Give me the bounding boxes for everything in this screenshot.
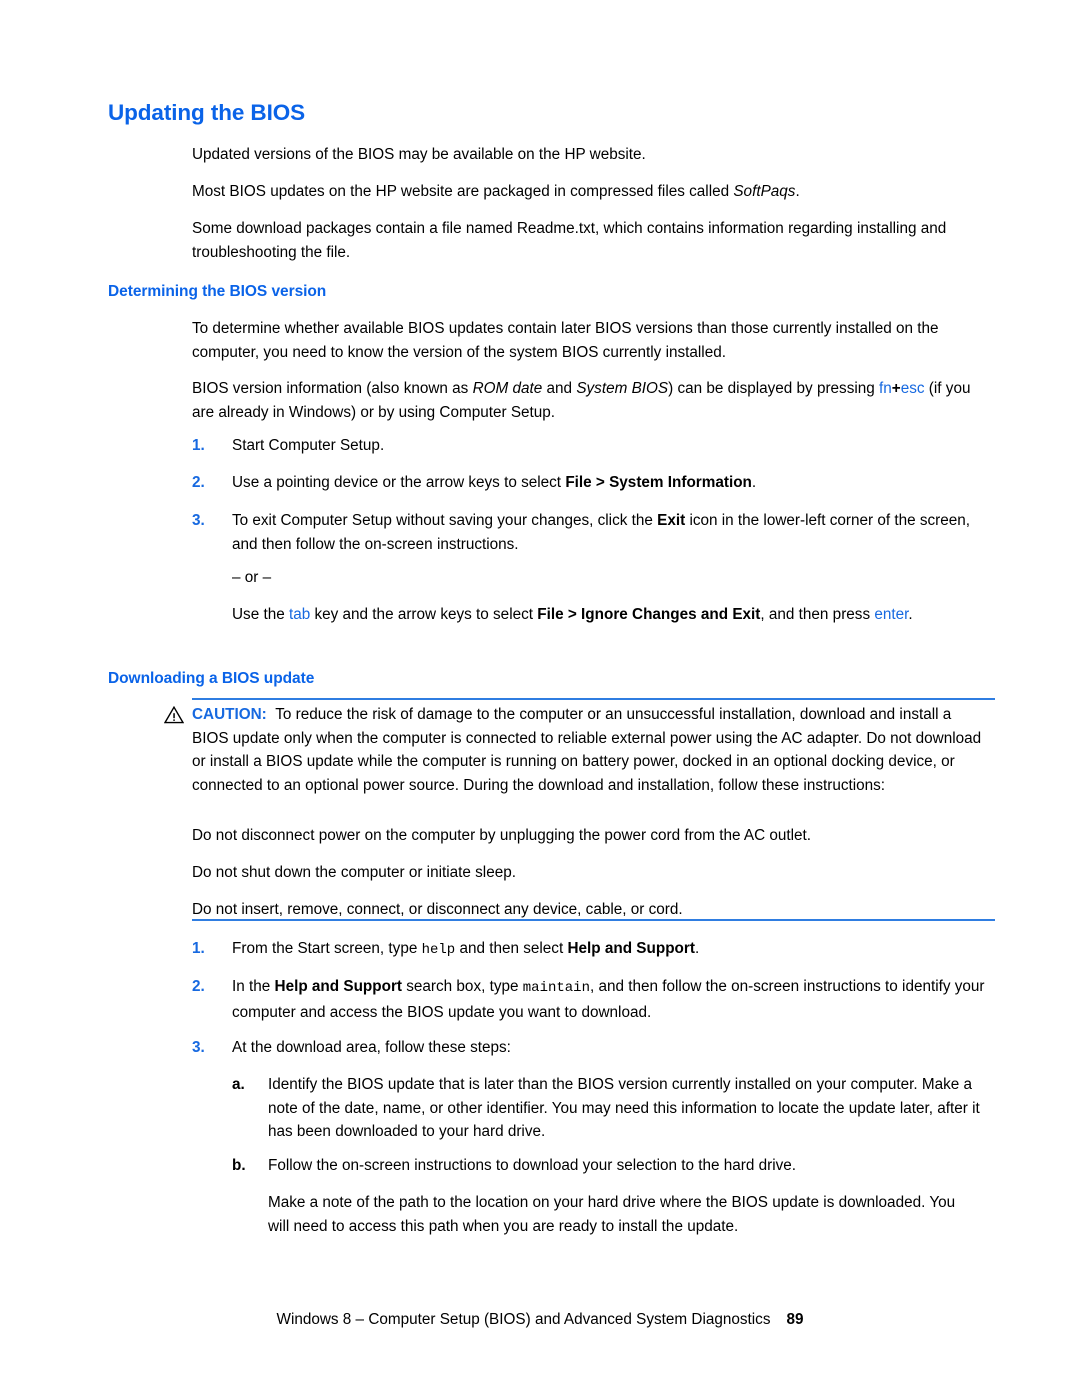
list-marker: 1.	[192, 437, 205, 454]
command-help: help	[421, 942, 456, 958]
caution-instruction-item: Do not shut down the computer or initiat…	[192, 864, 516, 881]
alt-text-a: Use the	[232, 606, 289, 623]
system-bios-term: System BIOS	[576, 380, 669, 397]
alternate-instruction: Use the tab key and the arrow keys to se…	[232, 603, 992, 627]
list-item-text: Identify the BIOS update that is later t…	[268, 1076, 980, 1140]
intro-paragraph-3: Some download packages contain a file na…	[192, 220, 947, 261]
softpaqs-term: SoftPaqs	[733, 183, 796, 200]
intro-paragraph-1: Updated versions of the BIOS may be avai…	[192, 146, 646, 163]
bios-info-text-b: and	[542, 380, 577, 397]
bios-info-text-a: BIOS version information (also known as	[192, 380, 473, 397]
alt-text-c: , and then press	[760, 606, 875, 623]
key-tab-link[interactable]: tab	[289, 606, 310, 623]
caution-top-rule	[192, 698, 995, 700]
document-page: Updating the BIOS Updated versions of th…	[0, 0, 1080, 1397]
list-item: 1. Start Computer Setup.	[192, 434, 992, 458]
intro-p2-suffix: .	[795, 183, 800, 200]
caution-label: CAUTION:	[192, 706, 267, 723]
alt-text-b: key and the arrow keys to select	[310, 606, 538, 623]
help-and-support-label: Help and Support	[274, 978, 403, 995]
command-maintain: maintain	[522, 980, 590, 996]
caution-bottom-rule	[192, 919, 995, 921]
list-marker: 1.	[192, 940, 205, 957]
dl-step2-a: In the	[232, 978, 275, 995]
list-item: 3. To exit Computer Setup without saving…	[192, 509, 992, 556]
dl-step1-a: From the Start screen, type	[232, 940, 422, 957]
dl-step2-b: search box, type	[402, 978, 523, 995]
warning-triangle-icon	[163, 705, 185, 724]
step2-prefix: Use a pointing device or the arrow keys …	[232, 474, 566, 491]
list-item: 3. At the download area, follow these st…	[192, 1036, 992, 1060]
determining-paragraph-2: BIOS version information (also known as …	[192, 377, 992, 424]
page-footer: Windows 8 – Computer Setup (BIOS) and Ad…	[0, 1311, 1080, 1329]
list-item-text: Start Computer Setup.	[232, 437, 385, 454]
page-title: Updating the BIOS	[108, 100, 306, 125]
caution-instruction-item: Do not insert, remove, connect, or disco…	[192, 901, 683, 918]
menu-path-file-system-information: File > System Information	[565, 474, 752, 491]
list-item: 2. In the Help and Support search box, t…	[192, 975, 992, 1024]
list-item-text: Follow the on-screen instructions to dow…	[268, 1157, 797, 1174]
final-note-paragraph: Make a note of the path to the location …	[268, 1194, 956, 1235]
step2-suffix: .	[751, 474, 757, 491]
footer-text: Windows 8 – Computer Setup (BIOS) and Ad…	[276, 1311, 771, 1328]
list-marker: b.	[232, 1157, 246, 1174]
list-item: 2. Use a pointing device or the arrow ke…	[192, 471, 992, 495]
dl-step1-c: .	[694, 940, 700, 957]
list-marker: 2.	[192, 978, 205, 995]
list-marker: 3.	[192, 1039, 205, 1056]
determining-paragraph-1: To determine whether available BIOS upda…	[192, 320, 939, 361]
list-marker: a.	[232, 1076, 245, 1093]
exit-icon-label: Exit	[657, 512, 686, 529]
key-esc-link[interactable]: esc	[901, 380, 925, 397]
key-plus-separator: +	[891, 380, 901, 397]
section-heading-determining: Determining the BIOS version	[108, 283, 327, 300]
list-item: 1. From the Start screen, type help and …	[192, 937, 992, 963]
intro-paragraph-2: Most BIOS updates on the HP website are …	[192, 180, 992, 204]
list-item: a. Identify the BIOS update that is late…	[232, 1073, 992, 1144]
key-fn-link[interactable]: fn	[879, 380, 892, 397]
list-item-text: At the download area, follow these steps…	[232, 1039, 511, 1056]
bios-info-text-c: ) can be displayed by pressing	[668, 380, 880, 397]
list-marker: 2.	[192, 474, 205, 491]
or-separator: – or –	[232, 569, 272, 586]
key-enter-link[interactable]: enter	[874, 606, 908, 623]
intro-p2-prefix: Most BIOS updates on the HP website are …	[192, 183, 734, 200]
list-item: b. Follow the on-screen instructions to …	[232, 1154, 992, 1178]
list-item-text: In the Help and Support search box, type…	[232, 975, 992, 1024]
menu-path-ignore-changes-and-exit: File > Ignore Changes and Exit	[537, 606, 761, 623]
section-heading-downloading: Downloading a BIOS update	[108, 670, 315, 687]
step3-prefix: To exit Computer Setup without saving yo…	[232, 512, 658, 529]
caution-block: CAUTION: To reduce the risk of damage to…	[192, 703, 992, 797]
list-marker: 3.	[192, 512, 205, 529]
alt-text-d: .	[908, 606, 913, 623]
rom-date-term: ROM date	[472, 380, 543, 397]
help-and-support-label: Help and Support	[567, 940, 695, 957]
list-item-text: From the Start screen, type help and the…	[232, 937, 992, 963]
caution-instruction-item: Do not disconnect power on the computer …	[192, 827, 812, 844]
caution-text: To reduce the risk of damage to the comp…	[192, 706, 982, 794]
list-item-text: Use a pointing device or the arrow keys …	[232, 471, 992, 495]
list-item-text: To exit Computer Setup without saving yo…	[232, 509, 992, 556]
dl-step1-b: and then select	[455, 940, 568, 957]
page-number: 89	[786, 1311, 804, 1328]
